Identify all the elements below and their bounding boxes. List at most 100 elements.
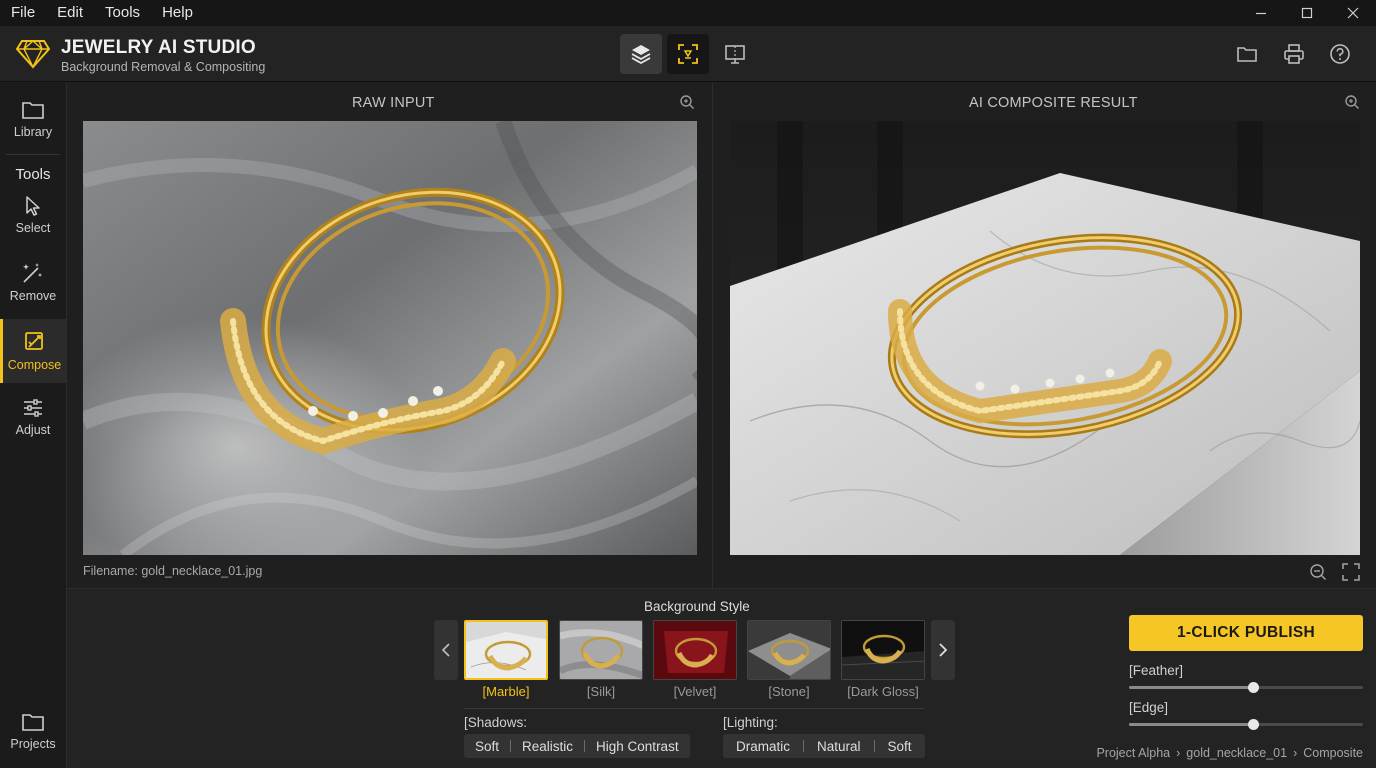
slider-fill bbox=[1129, 686, 1254, 689]
sidebar-item-library[interactable]: Library bbox=[0, 99, 66, 139]
shadows-option-realistic[interactable]: Realistic bbox=[511, 739, 584, 754]
breadcrumb: Project Alpha › gold_necklace_01 › Compo… bbox=[1096, 746, 1363, 760]
sidebar-item-select[interactable]: Select bbox=[0, 195, 66, 235]
raw-input-title: RAW INPUT bbox=[352, 95, 435, 111]
sidebar-item-label: Select bbox=[15, 221, 51, 235]
minimize-button[interactable] bbox=[1238, 0, 1284, 26]
lighting-option-dramatic[interactable]: Dramatic bbox=[723, 739, 803, 754]
breadcrumb-separator: › bbox=[1176, 746, 1181, 760]
help-icon bbox=[1330, 44, 1350, 64]
breadcrumb-item: Composite bbox=[1303, 746, 1363, 760]
chevron-right-icon bbox=[939, 643, 948, 657]
app-subtitle: Background Removal & Compositing bbox=[61, 60, 266, 74]
edge-slider[interactable] bbox=[1129, 718, 1363, 730]
style-label-silk[interactable]: [Silk] bbox=[559, 684, 643, 699]
breadcrumb-item[interactable]: gold_necklace_01 bbox=[1186, 746, 1287, 760]
panel-divider bbox=[712, 83, 713, 588]
breadcrumb-separator: › bbox=[1293, 746, 1298, 760]
help-button[interactable] bbox=[1319, 34, 1361, 74]
diamond-logo-icon bbox=[16, 39, 50, 69]
feather-label: [Feather] bbox=[1129, 663, 1184, 678]
style-label-dark-gloss[interactable]: [Dark Gloss] bbox=[841, 684, 925, 699]
print-button[interactable] bbox=[1273, 34, 1315, 74]
menu-file[interactable]: File bbox=[0, 0, 46, 26]
folder-icon bbox=[22, 102, 44, 119]
sidebar-item-remove[interactable]: Remove bbox=[0, 261, 66, 303]
sliders-icon bbox=[24, 399, 42, 417]
sidebar-item-adjust[interactable]: Adjust bbox=[0, 397, 66, 437]
style-thumb-silk[interactable] bbox=[559, 620, 643, 680]
filename-label: Filename: gold_necklace_01.jpg bbox=[83, 564, 263, 578]
shadows-title: [Shadows: bbox=[464, 715, 528, 730]
sidebar-divider bbox=[6, 154, 60, 155]
style-label-stone[interactable]: [Stone] bbox=[747, 684, 831, 699]
sidebar: Library Tools Select Remove Compose Adju… bbox=[0, 83, 67, 768]
zoom-icon[interactable] bbox=[1344, 94, 1360, 110]
compare-view-button[interactable] bbox=[714, 34, 756, 74]
app-title: JEWELRY AI STUDIO bbox=[61, 37, 256, 58]
zoom-out-icon[interactable] bbox=[1309, 563, 1327, 581]
style-label-marble[interactable]: [Marble] bbox=[464, 684, 548, 699]
options-divider bbox=[464, 708, 924, 709]
compare-view-icon bbox=[725, 45, 745, 64]
sidebar-item-label: Remove bbox=[9, 289, 57, 303]
layers-icon bbox=[631, 45, 651, 65]
menu-help[interactable]: Help bbox=[151, 0, 204, 26]
shadows-option-soft[interactable]: Soft bbox=[464, 739, 510, 754]
compose-icon bbox=[24, 332, 43, 350]
sidebar-item-label: Projects bbox=[10, 737, 56, 751]
menu-tools[interactable]: Tools bbox=[94, 0, 151, 26]
thumbnails-next-button[interactable] bbox=[931, 620, 955, 680]
style-thumb-velvet[interactable] bbox=[653, 620, 737, 680]
lighting-segmented-control: Dramatic Natural Soft bbox=[723, 734, 925, 758]
layers-button[interactable] bbox=[620, 34, 662, 74]
publish-button[interactable]: 1-CLICK PUBLISH bbox=[1129, 615, 1363, 651]
menu-edit[interactable]: Edit bbox=[46, 0, 94, 26]
lighting-title: [Lighting: bbox=[723, 715, 778, 730]
printer-icon bbox=[1284, 44, 1304, 64]
menu-bar: File Edit Tools Help bbox=[0, 0, 1376, 26]
lighting-option-natural[interactable]: Natural bbox=[804, 739, 874, 754]
app-header: JEWELRY AI STUDIO Background Removal & C… bbox=[0, 26, 1376, 82]
feather-slider[interactable] bbox=[1129, 681, 1363, 693]
chevron-left-icon bbox=[441, 643, 450, 657]
open-folder-button[interactable] bbox=[1226, 34, 1268, 74]
shadows-option-high-contrast[interactable]: High Contrast bbox=[585, 739, 690, 754]
sidebar-item-label: Compose bbox=[7, 358, 62, 372]
folder-icon bbox=[1237, 47, 1257, 62]
shadows-segmented-control: Soft Realistic High Contrast bbox=[464, 734, 690, 758]
slider-fill bbox=[1129, 723, 1254, 726]
window-controls bbox=[1238, 0, 1376, 26]
slider-handle[interactable] bbox=[1248, 682, 1260, 693]
close-icon bbox=[1347, 7, 1359, 19]
slider-handle[interactable] bbox=[1248, 719, 1260, 730]
cursor-icon bbox=[26, 196, 40, 216]
style-thumb-dark-gloss[interactable] bbox=[841, 620, 925, 680]
thumbnails-prev-button[interactable] bbox=[434, 620, 458, 680]
sidebar-tools-heading: Tools bbox=[15, 166, 51, 183]
close-button[interactable] bbox=[1330, 0, 1376, 26]
raw-input-image[interactable] bbox=[83, 121, 697, 555]
focus-frame-button[interactable] bbox=[667, 34, 709, 74]
edge-label: [Edge] bbox=[1129, 700, 1169, 715]
style-thumb-marble[interactable] bbox=[464, 620, 548, 680]
composite-result-title: AI COMPOSITE RESULT bbox=[969, 95, 1138, 111]
wand-icon bbox=[23, 263, 42, 283]
sidebar-item-label: Adjust bbox=[15, 423, 51, 437]
maximize-icon bbox=[1301, 7, 1313, 19]
sidebar-item-projects[interactable]: Projects bbox=[0, 711, 66, 751]
composite-result-image[interactable] bbox=[730, 121, 1360, 555]
sidebar-item-compose[interactable]: Compose bbox=[0, 319, 66, 383]
fullscreen-icon[interactable] bbox=[1342, 563, 1360, 581]
sidebar-item-label: Library bbox=[13, 125, 53, 139]
maximize-button[interactable] bbox=[1284, 0, 1330, 26]
style-thumb-stone[interactable] bbox=[747, 620, 831, 680]
background-style-title: Background Style bbox=[644, 599, 750, 614]
breadcrumb-item[interactable]: Project Alpha bbox=[1096, 746, 1170, 760]
zoom-icon[interactable] bbox=[679, 94, 695, 110]
focus-frame-icon bbox=[678, 44, 698, 64]
folder-icon bbox=[22, 714, 44, 731]
minimize-icon bbox=[1256, 12, 1266, 15]
lighting-option-soft[interactable]: Soft bbox=[875, 739, 925, 754]
style-label-velvet[interactable]: [Velvet] bbox=[653, 684, 737, 699]
